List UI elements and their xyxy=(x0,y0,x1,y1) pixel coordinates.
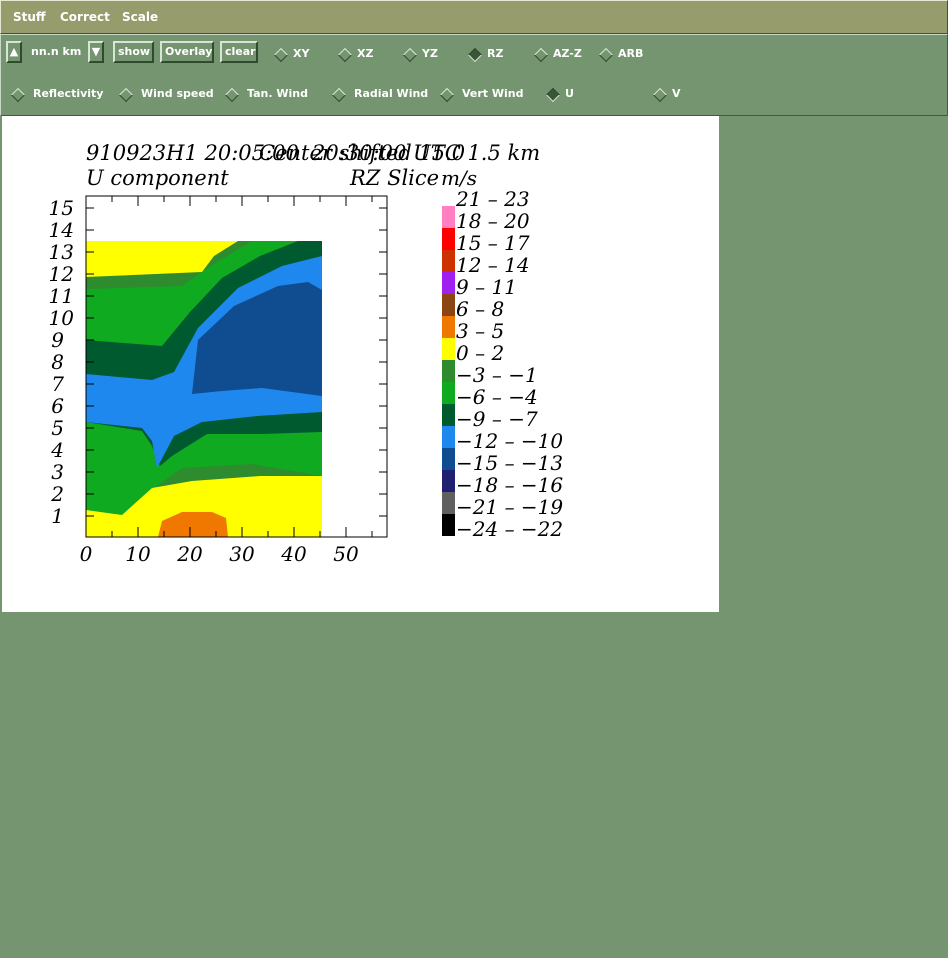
contour-fill xyxy=(86,199,386,537)
radio-diamond-icon xyxy=(402,47,418,63)
radio-diamond-icon xyxy=(10,87,26,103)
legend-swatch xyxy=(442,492,455,514)
legend-swatch xyxy=(442,426,455,448)
legend-label: 9 – 11 xyxy=(456,275,517,299)
radio-diamond-icon xyxy=(439,87,455,103)
radio-diamond-icon xyxy=(118,87,134,103)
no-data-top xyxy=(87,199,323,241)
legend-label: −15 – −13 xyxy=(456,451,563,475)
legend-swatch xyxy=(442,316,455,338)
toolbar: ▲ nn.n km ▼ show Overlay clear XY XZ YZ … xyxy=(0,34,948,116)
x-tick-labels: 0 10 20 30 40 50 xyxy=(80,542,359,566)
legend-label: −24 – −22 xyxy=(456,517,563,541)
y-tick-label: 12 xyxy=(49,262,74,286)
legend-label: 0 – 2 xyxy=(456,341,504,365)
legend-swatch xyxy=(442,448,455,470)
plot-title-right: 20:30:00 UTC 1.5 km xyxy=(311,141,540,165)
radio-diamond-icon xyxy=(337,47,353,63)
x-tick-label: 40 xyxy=(280,542,307,566)
legend-label: −12 – −10 xyxy=(456,429,563,453)
legend-label: 15 – 17 xyxy=(456,231,530,255)
legend-swatch xyxy=(442,360,455,382)
legend-label: −21 – −19 xyxy=(456,495,563,519)
radio-diamond-icon xyxy=(652,87,668,103)
no-data-right xyxy=(322,199,386,537)
radio-diamond-icon xyxy=(598,47,614,63)
distance-up-button[interactable]: ▲ xyxy=(6,41,22,63)
legend-label: −18 – −16 xyxy=(456,473,563,497)
y-tick-labels: 15 14 13 12 11 10 9 8 7 6 5 4 3 2 1 xyxy=(49,196,75,528)
menu-stuff[interactable]: Stuff xyxy=(13,10,46,24)
y-tick-label: 9 xyxy=(51,328,64,352)
color-legend: 21 – 23 18 – 20 15 – 17 12 – 14 9 – 11 6… xyxy=(442,187,563,541)
distance-label: nn.n km xyxy=(31,45,82,58)
legend-label: 18 – 20 xyxy=(456,209,530,233)
legend-swatch xyxy=(442,470,455,492)
y-tick-label: 11 xyxy=(49,284,74,308)
distance-down-button[interactable]: ▼ xyxy=(88,41,104,63)
y-tick-label: 14 xyxy=(49,218,74,242)
y-tick-label: 7 xyxy=(51,372,64,396)
slice-label: RZ Slice xyxy=(349,166,439,190)
legend-label: 12 – 14 xyxy=(456,253,530,277)
radio-diamond-icon xyxy=(331,87,347,103)
show-button[interactable]: show xyxy=(113,41,154,63)
x-tick-label: 30 xyxy=(229,542,255,566)
radio-diamond-icon xyxy=(545,87,561,103)
y-tick-label: 2 xyxy=(50,482,64,506)
overlay-button[interactable]: Overlay xyxy=(160,41,214,63)
y-tick-label: 1 xyxy=(51,504,64,528)
legend-swatch xyxy=(442,404,455,426)
menu-bar: Stuff Correct Scale xyxy=(0,0,948,34)
x-tick-label: 50 xyxy=(333,542,359,566)
plot-subtitle: U component xyxy=(86,166,229,190)
y-tick-label: 6 xyxy=(51,394,64,418)
radio-diamond-icon xyxy=(533,47,549,63)
legend-swatch xyxy=(442,272,455,294)
legend-label: 3 – 5 xyxy=(456,319,504,343)
x-tick-label: 20 xyxy=(176,542,203,566)
y-tick-label: 10 xyxy=(49,306,75,330)
legend-label: −9 – −7 xyxy=(456,407,538,431)
clear-button[interactable]: clear xyxy=(220,41,258,63)
menu-scale[interactable]: Scale xyxy=(122,10,158,24)
y-tick-label: 3 xyxy=(51,460,64,484)
legend-swatch xyxy=(442,514,455,536)
legend-swatch xyxy=(442,250,455,272)
legend-swatch xyxy=(442,294,455,316)
legend-label: −3 – −1 xyxy=(456,363,538,387)
radio-diamond-icon xyxy=(224,87,240,103)
legend-swatch xyxy=(442,338,455,360)
radio-diamond-icon xyxy=(467,47,483,63)
y-tick-label: 4 xyxy=(50,438,64,462)
legend-label: −6 – −4 xyxy=(456,385,538,409)
legend-label: 21 – 23 xyxy=(455,187,530,211)
y-tick-label: 15 xyxy=(49,196,74,220)
legend-swatch xyxy=(442,382,455,404)
legend-label: 6 – 8 xyxy=(456,297,504,321)
contour-plot: 910923H1 20:05:00 Center shifted 15.0 20… xyxy=(49,141,564,566)
menu-correct[interactable]: Correct xyxy=(60,10,110,24)
legend-swatch xyxy=(442,206,455,228)
radio-diamond-icon xyxy=(273,47,289,63)
y-tick-label: 13 xyxy=(49,240,74,264)
x-tick-label: 10 xyxy=(125,542,151,566)
legend-swatch xyxy=(442,228,455,250)
plot-canvas[interactable]: 910923H1 20:05:00 Center shifted 15.0 20… xyxy=(2,116,719,612)
y-tick-label: 5 xyxy=(51,416,64,440)
x-tick-label: 0 xyxy=(80,542,93,566)
y-tick-label: 8 xyxy=(51,350,64,374)
